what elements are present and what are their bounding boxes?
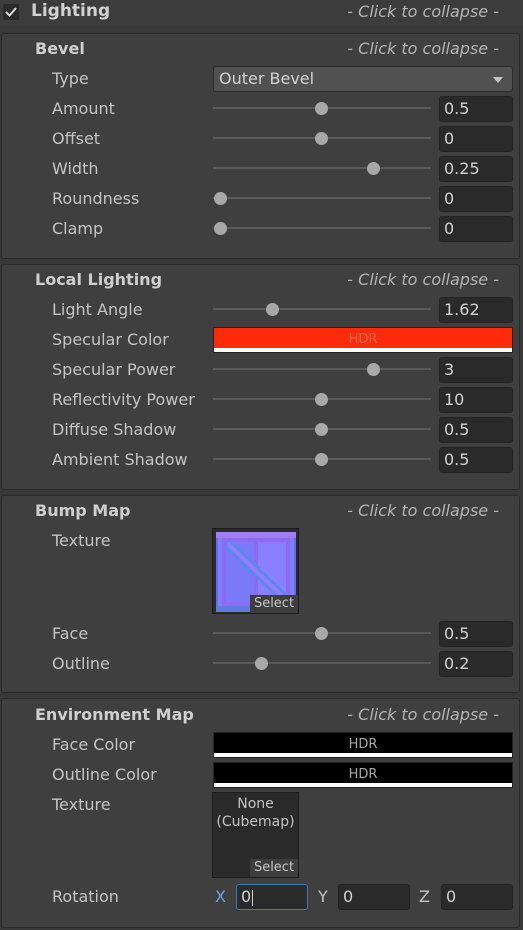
bevel-title: Bevel xyxy=(35,39,85,58)
environment-map-collapse-hint[interactable]: - Click to collapse - xyxy=(347,705,499,724)
outline-field[interactable]: 0.2 xyxy=(439,651,513,677)
local-lighting-title: Local Lighting xyxy=(35,270,163,289)
specular-power-label: Specular Power xyxy=(52,360,176,379)
type-label: Type xyxy=(52,69,89,88)
clamp-slider-track[interactable] xyxy=(213,227,431,229)
rotation-x-label[interactable]: X xyxy=(215,887,226,906)
outline-color-alpha-bar xyxy=(214,783,512,787)
roundness-slider-track[interactable] xyxy=(213,197,431,199)
clamp-field[interactable]: 0 xyxy=(439,216,513,242)
diffuse-shadow-slider-thumb[interactable] xyxy=(315,423,328,436)
rotation-z-label[interactable]: Z xyxy=(419,887,430,906)
face-color-swatch[interactable]: HDR xyxy=(213,732,513,758)
lighting-title: Lighting xyxy=(31,1,111,21)
outline-color-hdr-label: HDR xyxy=(348,767,378,782)
light-angle-label: Light Angle xyxy=(52,300,143,319)
roundness-field[interactable]: 0 xyxy=(439,186,513,212)
bump-texture-slot[interactable]: Select xyxy=(212,528,299,614)
rotation-x-field[interactable]: 0 xyxy=(236,884,308,910)
reflectivity-power-slider-thumb[interactable] xyxy=(315,393,328,406)
face-color-hdr-label: HDR xyxy=(348,737,378,752)
env-texture-type-text: (Cubemap) xyxy=(216,814,295,830)
dropdown-arrow-icon xyxy=(493,77,503,83)
bevel-type-dropdown[interactable]: Outer Bevel xyxy=(213,66,513,92)
outline-color-label: Outline Color xyxy=(52,765,157,784)
face-field[interactable]: 0.5 xyxy=(439,621,513,647)
clamp-label: Clamp xyxy=(52,219,104,238)
rotation-y-field[interactable]: 0 xyxy=(338,884,410,910)
specular-power-field[interactable]: 3 xyxy=(439,357,513,383)
face-color-label: Face Color xyxy=(52,735,136,754)
bevel-type-value: Outer Bevel xyxy=(219,69,315,88)
width-field[interactable]: 0.25 xyxy=(439,156,513,182)
bump-texture-select-button[interactable]: Select xyxy=(250,595,298,613)
env-texture-slot[interactable]: None (Cubemap) Select xyxy=(212,792,299,878)
reflectivity-power-field[interactable]: 10 xyxy=(439,387,513,413)
env-texture-select-button[interactable]: Select xyxy=(250,859,298,877)
lighting-enabled-checkbox[interactable] xyxy=(3,4,19,20)
width-slider-track[interactable] xyxy=(213,167,431,169)
diffuse-shadow-field[interactable]: 0.5 xyxy=(439,417,513,443)
outline-slider-thumb[interactable] xyxy=(255,657,268,670)
specular-hdr-label: HDR xyxy=(348,332,378,347)
offset-field[interactable]: 0 xyxy=(439,126,513,152)
amount-field[interactable]: 0.5 xyxy=(439,96,513,122)
rotation-y-label[interactable]: Y xyxy=(318,887,328,906)
rotation-x-value: 0 xyxy=(241,887,252,906)
specular-color-swatch[interactable]: HDR xyxy=(213,327,513,353)
width-slider-thumb[interactable] xyxy=(367,162,380,175)
offset-slider-thumb[interactable] xyxy=(315,132,328,145)
light-angle-field[interactable]: 1.62 xyxy=(439,297,513,323)
light-angle-slider-thumb[interactable] xyxy=(266,303,279,316)
local-lighting-collapse-hint[interactable]: - Click to collapse - xyxy=(347,270,499,289)
outline-label: Outline xyxy=(52,654,110,673)
rotation-label: Rotation xyxy=(52,887,119,906)
specular-alpha-bar xyxy=(214,348,512,352)
bump-texture-label: Texture xyxy=(52,531,111,550)
env-texture-none-text: None xyxy=(237,796,274,812)
width-label: Width xyxy=(52,159,99,178)
env-texture-label: Texture xyxy=(52,795,111,814)
reflectivity-power-label: Reflectivity Power xyxy=(52,390,195,409)
lighting-collapse-hint[interactable]: - Click to collapse - xyxy=(347,2,499,21)
bevel-collapse-hint[interactable]: - Click to collapse - xyxy=(347,39,499,58)
amount-slider-thumb[interactable] xyxy=(315,102,328,115)
specular-power-slider-track[interactable] xyxy=(213,368,431,370)
face-label: Face xyxy=(52,624,89,643)
text-cursor xyxy=(252,889,254,906)
rotation-z-field[interactable]: 0 xyxy=(441,884,513,910)
bump-map-collapse-hint[interactable]: - Click to collapse - xyxy=(347,501,499,520)
bump-map-title: Bump Map xyxy=(35,501,131,520)
ambient-shadow-label: Ambient Shadow xyxy=(52,450,188,469)
roundness-slider-thumb[interactable] xyxy=(214,192,227,205)
environment-map-title: Environment Map xyxy=(35,705,194,724)
specular-color-label: Specular Color xyxy=(52,330,169,349)
diffuse-shadow-label: Diffuse Shadow xyxy=(52,420,177,439)
face-color-alpha-bar xyxy=(214,753,512,757)
clamp-slider-thumb[interactable] xyxy=(214,222,227,235)
outline-slider-track[interactable] xyxy=(213,662,431,664)
roundness-label: Roundness xyxy=(52,189,140,208)
specular-power-slider-thumb[interactable] xyxy=(367,363,380,376)
light-angle-slider-track[interactable] xyxy=(213,308,431,310)
lighting-header[interactable]: Lighting - Click to collapse - xyxy=(0,0,523,26)
outline-color-swatch[interactable]: HDR xyxy=(213,762,513,788)
ambient-shadow-slider-thumb[interactable] xyxy=(315,453,328,466)
checkmark-icon xyxy=(5,7,17,17)
ambient-shadow-field[interactable]: 0.5 xyxy=(439,447,513,473)
face-slider-thumb[interactable] xyxy=(315,627,328,640)
amount-label: Amount xyxy=(52,99,115,118)
offset-label: Offset xyxy=(52,129,101,148)
